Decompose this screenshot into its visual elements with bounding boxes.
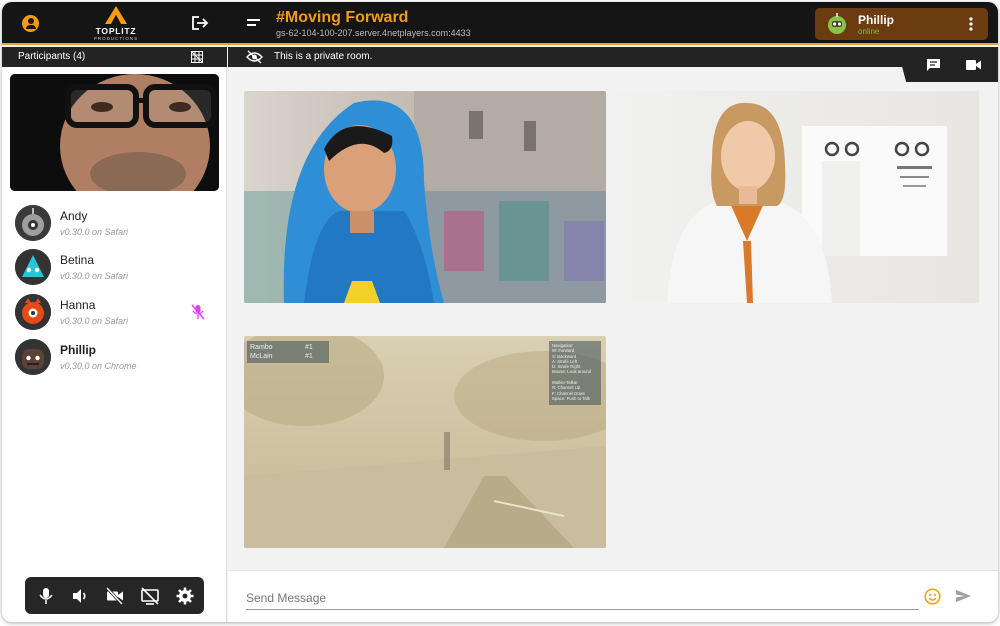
robot-avatar-icon [15, 294, 51, 330]
participant-name: Hanna [60, 298, 96, 312]
game-player-rank: #1 [305, 344, 313, 351]
game-player-rank: #1 [305, 353, 313, 360]
participant-hanna[interactable]: Hanna v0.30.0 on Safari [2, 290, 227, 334]
avatar [15, 249, 51, 285]
participant-meta: v0.30.0 on Safari [60, 316, 129, 326]
self-video [10, 74, 219, 191]
game-player-name: Rambo [250, 344, 273, 351]
user-name: Phillip [858, 13, 894, 27]
participants-label: Participants (4) [18, 51, 86, 62]
privacy-text: This is a private room. [274, 51, 373, 62]
game-player-list: Rambo #1 McLain #1 [247, 341, 329, 363]
video-feed-image [244, 91, 606, 303]
participant-meta: v0.30.0 on Safari [60, 227, 129, 237]
logo-text: TOPLITZ [95, 26, 137, 36]
mic-off-icon [191, 304, 205, 320]
logo-mark-icon [105, 6, 127, 24]
logout-icon[interactable] [191, 15, 209, 31]
menu-icon[interactable] [247, 18, 261, 28]
participant-meta: v0.30.0 on Chrome [60, 361, 137, 371]
room-server: gs-62-104-100-207.server.4netplayers.com… [276, 28, 471, 38]
game-player-name: McLain [250, 353, 273, 360]
video-feed-image [667, 102, 947, 303]
game-player-row: McLain #1 [250, 352, 326, 361]
participant-name: Andy [60, 209, 88, 223]
user-circle-icon[interactable] [22, 15, 39, 32]
settings-icon[interactable] [176, 587, 194, 605]
logo-subtext: PRODUCTIONS [93, 36, 139, 41]
eye-off-icon [246, 50, 263, 64]
media-controls [25, 577, 204, 614]
participant-phillip[interactable]: Phillip v0.30.0 on Chrome [2, 335, 227, 379]
top-bar: TOPLITZ PRODUCTIONS #Moving Forward gs-6… [2, 2, 998, 45]
video-tile[interactable] [244, 91, 606, 303]
videocam-icon[interactable] [966, 59, 982, 71]
robot-avatar-icon [15, 205, 51, 241]
robot-avatar-icon [828, 13, 846, 34]
participant-meta: v0.30.0 on Safari [60, 271, 129, 281]
avatar [15, 294, 51, 330]
message-input[interactable] [246, 586, 919, 610]
avatar [15, 205, 51, 241]
participant-andy[interactable]: Andy v0.30.0 on Safari [2, 201, 227, 245]
participants-header: Participants (4) [2, 47, 227, 67]
emoji-icon[interactable] [924, 588, 941, 605]
screen-share-off-icon[interactable] [141, 587, 159, 605]
send-icon[interactable] [955, 589, 972, 603]
chat-icon[interactable] [926, 58, 941, 72]
game-video-tile[interactable]: Rambo #1 McLain #1 Navigation: W: Forwar… [244, 336, 606, 548]
app-window: TOPLITZ PRODUCTIONS #Moving Forward gs-6… [2, 2, 998, 622]
videocam-off-icon[interactable] [106, 587, 124, 605]
help-line: Space: Push to Talk [552, 395, 590, 401]
user-status: online [858, 27, 880, 36]
room-title: #Moving Forward [276, 9, 409, 26]
participant-name: Betina [60, 253, 95, 267]
avatar [15, 339, 51, 375]
more-vert-icon[interactable] [968, 17, 974, 31]
view-tabs [897, 47, 998, 82]
game-player-row: Rambo #1 [250, 343, 326, 352]
help-line: Mouse: Look around [552, 369, 592, 375]
user-menu[interactable]: Phillip online [815, 8, 988, 40]
grid-icon[interactable] [191, 51, 203, 63]
game-help-panel: Navigation: W: Forward S: Backward A: St… [549, 341, 601, 405]
participant-betina[interactable]: Betina v0.30.0 on Safari [2, 245, 227, 289]
message-bar [228, 570, 998, 622]
video-tile[interactable] [617, 91, 979, 303]
logo: TOPLITZ PRODUCTIONS [86, 5, 146, 43]
mic-icon[interactable] [37, 587, 55, 605]
sidebar: Participants (4) Andy v0.30.0 on Safari … [2, 47, 227, 622]
robot-avatar-icon [15, 339, 51, 375]
participant-name: Phillip [60, 343, 96, 357]
volume-icon[interactable] [71, 587, 89, 605]
robot-avatar-icon [15, 249, 51, 285]
room-info-bar: This is a private room. [228, 47, 998, 67]
self-video-image [10, 74, 219, 191]
